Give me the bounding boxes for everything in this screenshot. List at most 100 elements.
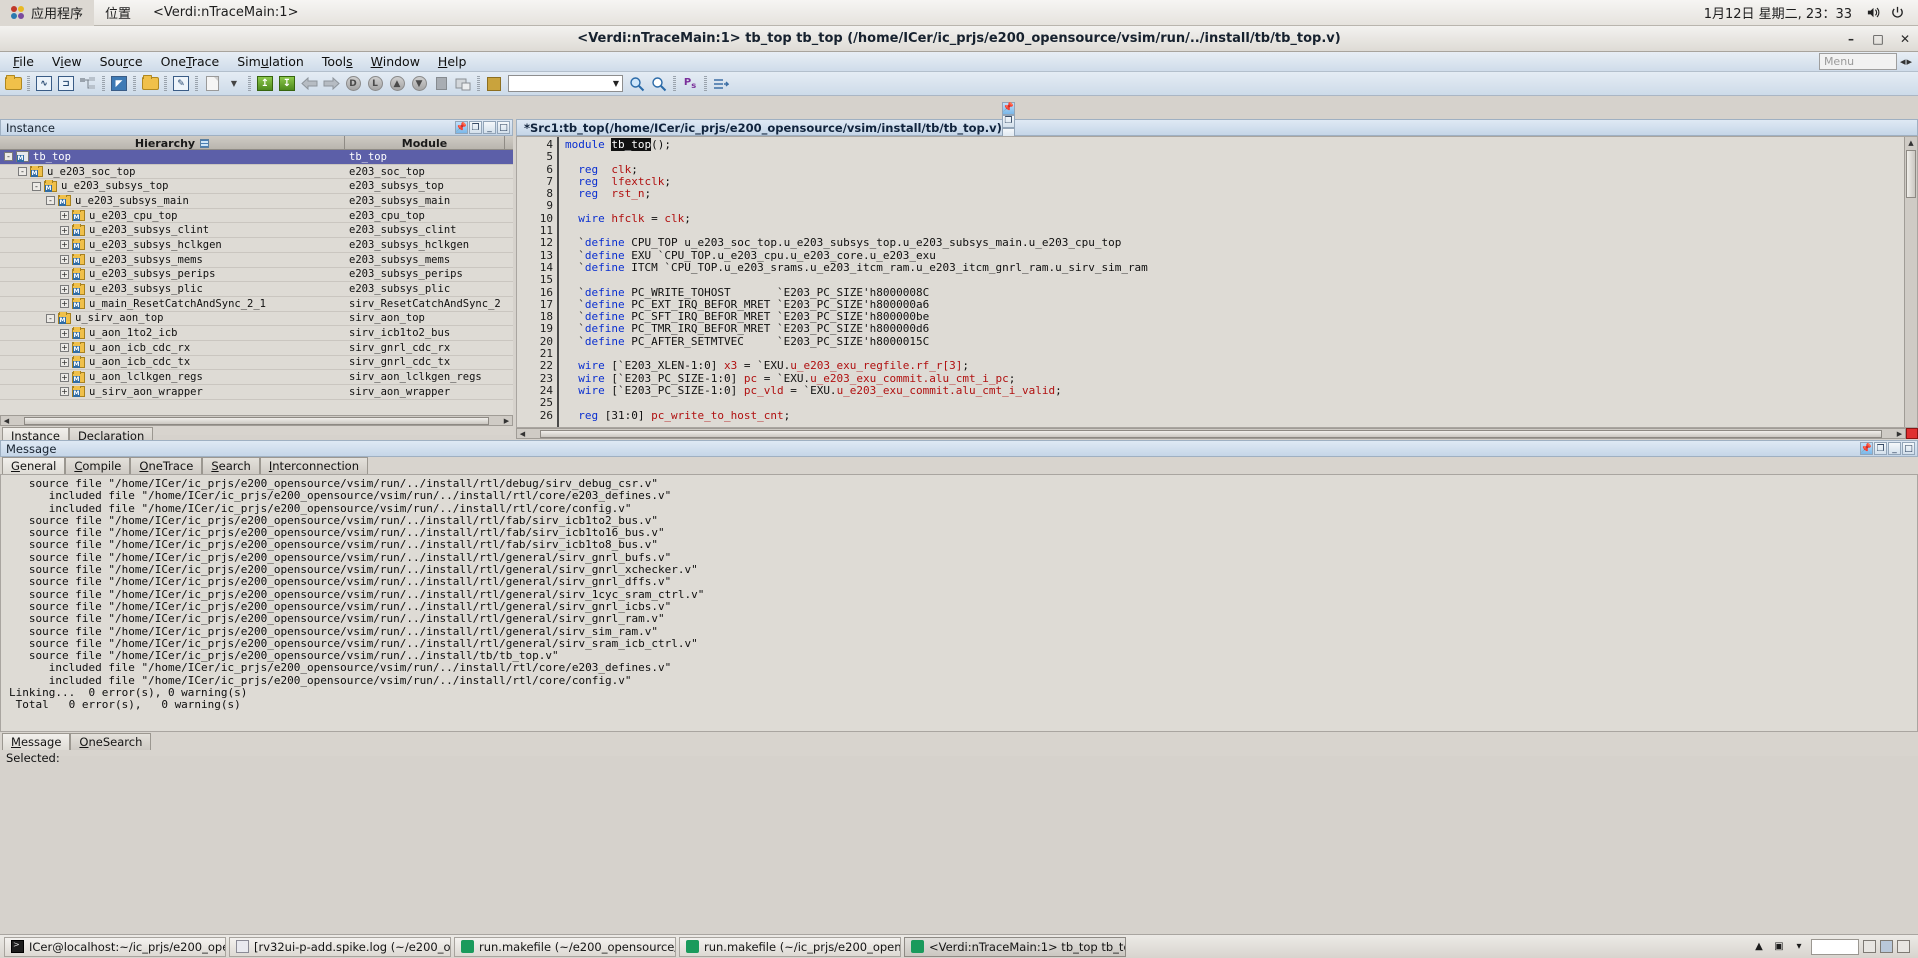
menu-file[interactable]: FFileile (4, 52, 43, 71)
scroll-left-icon[interactable]: ◀ (1, 416, 12, 425)
maximize-button[interactable]: □ (1871, 32, 1885, 46)
source-hscrollbar[interactable]: ◀ ▶ (516, 428, 1906, 439)
column-header-hierarchy[interactable]: Hierarchy (0, 136, 345, 150)
tab-search[interactable]: Search (202, 457, 260, 474)
back-arrow-icon[interactable] (299, 74, 319, 94)
expand-toggle-icon[interactable]: + (60, 269, 69, 279)
taskbar-button[interactable]: [rv32ui-p-add.spike.log (~/e200_op… (229, 936, 451, 957)
forward-arrow-icon[interactable] (321, 74, 341, 94)
list-icon[interactable] (202, 74, 222, 94)
code-line[interactable]: wire hfclk = clk; (565, 212, 1148, 225)
tab-onesearch[interactable]: OneSearch (70, 733, 152, 750)
expand-toggle-icon[interactable]: + (60, 387, 69, 397)
collapse-toggle-icon[interactable]: - (32, 181, 41, 191)
table-row[interactable]: + u_e203_subsys_mems e203_subsys_mems (0, 253, 513, 268)
zoom-icon[interactable] (627, 74, 647, 94)
waveform-icon[interactable]: ∿ (34, 74, 54, 94)
tab-onetrace[interactable]: OneTrace (130, 457, 203, 474)
up-arrow-icon[interactable]: ▲ (387, 74, 407, 94)
vscroll-thumb[interactable] (1906, 150, 1916, 198)
book-icon[interactable] (484, 74, 504, 94)
menu-tools[interactable]: Tools (313, 52, 362, 71)
signal-icon[interactable]: Ps (680, 74, 700, 94)
expand-toggle-icon[interactable]: + (60, 372, 69, 382)
code-line[interactable]: `define PC_AFTER_SETMTVEC `E203_PC_SIZE'… (565, 335, 1148, 348)
taskbar-button[interactable]: run.makefile (~/e200_opensource/… (454, 936, 676, 957)
stop-icon[interactable] (431, 74, 451, 94)
load-icon[interactable]: L (365, 74, 385, 94)
table-row[interactable]: + u_aon_lclkgen_regs sirv_aon_lclkgen_regs (0, 370, 513, 385)
expand-toggle-icon[interactable]: + (60, 211, 69, 221)
source-vscrollbar[interactable]: ▲ (1904, 137, 1917, 427)
expand-toggle-icon[interactable]: + (60, 343, 69, 353)
taskbar-button[interactable]: ICer@localhost:~/ic_prjs/e200_ope… (4, 936, 226, 957)
scroll-left-icon[interactable]: ◀ (517, 429, 528, 438)
expand-toggle-icon[interactable]: + (60, 284, 69, 294)
workspace-icon[interactable]: ▣ (1771, 939, 1787, 955)
code-line[interactable]: wire [`E203_PC_SIZE-1:0] pc_vld = `EXU.u… (565, 384, 1148, 397)
table-row[interactable]: - tb_top tb_top (0, 150, 513, 165)
code-line[interactable]: reg lfextclk; (565, 175, 1148, 188)
active-window-menu[interactable]: <Verdi:nTraceMain:1> (142, 0, 309, 26)
menu-view[interactable]: View (43, 52, 91, 71)
menu-simulation[interactable]: Simulation (228, 52, 313, 71)
power-icon[interactable] (1886, 2, 1908, 24)
clock[interactable]: 1月12日 星期二, 23：33 (1696, 3, 1860, 22)
code-line[interactable]: module tb_top(); (565, 138, 1148, 151)
scroll-right-icon[interactable]: ▶ (501, 416, 512, 425)
column-header-module[interactable]: Module (345, 136, 505, 150)
edit-icon[interactable]: ✎ (171, 74, 191, 94)
taskbar-input[interactable] (1811, 938, 1859, 955)
table-row[interactable]: + u_main_ResetCatchAndSync_2_1 sirv_ResetC… (0, 297, 513, 312)
message-log-view[interactable]: source file "/home/ICer/ic_prjs/e200_ope… (0, 474, 1918, 732)
tab-general[interactable]: General (2, 457, 66, 474)
table-row[interactable]: + u_aon_icb_cdc_rx sirv_gnrl_cdc_rx (0, 341, 513, 356)
undock-icon[interactable]: ❐ (1874, 442, 1887, 455)
maximize-icon[interactable]: □ (497, 121, 510, 134)
table-row[interactable]: - u_e203_soc_top e203_soc_top (0, 165, 513, 180)
flow-icon[interactable] (711, 74, 731, 94)
close-button[interactable]: ✕ (1898, 32, 1912, 46)
scroll-right-icon[interactable]: ▶ (1894, 429, 1905, 438)
table-row[interactable]: - u_e203_subsys_main e203_subsys_main (0, 194, 513, 209)
expand-toggle-icon[interactable]: + (60, 255, 69, 265)
message-bottom-tabs[interactable]: Message OneSearch (0, 732, 1918, 750)
new-window-icon[interactable] (453, 74, 473, 94)
tab-message[interactable]: Message (2, 733, 71, 750)
collapse-toggle-icon[interactable]: - (18, 167, 27, 177)
menu-nav-right-icon[interactable]: ▸ (1906, 55, 1912, 68)
undock-icon[interactable]: ❐ (469, 121, 482, 134)
chevron-down-icon[interactable]: ▼ (613, 79, 619, 88)
expand-toggle-icon[interactable]: + (60, 328, 69, 338)
dropdown-arrow-icon[interactable]: ▼ (224, 74, 244, 94)
minimize-icon[interactable]: _ (1888, 442, 1901, 455)
schematic-icon[interactable]: ⊐ (56, 74, 76, 94)
tab-compile[interactable]: Compile (65, 457, 131, 474)
table-row[interactable]: + u_e203_cpu_top e203_cpu_top (0, 209, 513, 224)
step-into-icon[interactable]: ↥ (255, 74, 275, 94)
table-row[interactable]: + u_e203_subsys_perips e203_subsys_perips (0, 268, 513, 283)
down-arrow-icon[interactable]: ▼ (409, 74, 429, 94)
table-row[interactable]: + u_sirv_aon_wrapper sirv_aon_wrapper (0, 385, 513, 400)
scroll-up-icon[interactable]: ▲ (1906, 137, 1917, 149)
menu-onetrace[interactable]: OneTrace (152, 52, 229, 71)
table-row[interactable]: + u_e203_subsys_plic e203_subsys_plic (0, 282, 513, 297)
minimize-icon[interactable]: _ (483, 121, 496, 134)
source-hscroll-thumb[interactable] (540, 429, 1882, 438)
search-input[interactable]: ▼ (508, 75, 623, 92)
step-out-icon[interactable]: ↧ (277, 74, 297, 94)
panel-a-icon[interactable] (1863, 940, 1876, 953)
table-row[interactable]: - u_sirv_aon_top sirv_aon_top (0, 312, 513, 327)
code-line[interactable]: `define ITCM `CPU_TOP.u_e203_srams.u_e20… (565, 261, 1148, 274)
instance-tree[interactable]: -tb_toptb_top-u_e203_soc_tope203_soc_top… (0, 150, 513, 415)
pin-icon[interactable]: 📌 (1860, 442, 1873, 455)
table-row[interactable]: + u_e203_subsys_clint e203_subsys_clint (0, 223, 513, 239)
collapse-toggle-icon[interactable]: - (46, 196, 55, 206)
minimize-button[interactable]: – (1844, 32, 1858, 46)
driver-icon[interactable]: D (343, 74, 363, 94)
find-icon[interactable] (649, 74, 669, 94)
code-line[interactable]: reg rst_n; (565, 188, 1148, 200)
message-tabs[interactable]: General Compile OneTrace Search Interconnect… (0, 457, 1918, 474)
column-options-icon[interactable] (200, 138, 210, 148)
panel-b-icon[interactable] (1880, 940, 1893, 953)
